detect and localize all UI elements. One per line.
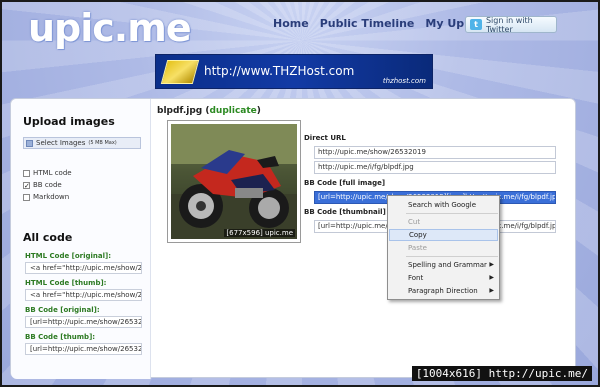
banner-text: http://www.THZHost.com <box>204 64 355 78</box>
ctx-separator <box>406 256 498 257</box>
ctx-separator <box>406 213 498 214</box>
select-images-limit: (5 MB Max) <box>88 140 117 146</box>
twitter-icon: t <box>470 19 482 30</box>
html-code-label: HTML code <box>33 169 72 177</box>
html-original-field[interactable]: <a href="http://upic.me/show/2 <box>25 262 142 274</box>
upload-title: Upload images <box>23 115 115 128</box>
ctx-font[interactable]: Font ▶ <box>389 272 498 284</box>
motorcycle-photo: [677x596] upic.me <box>171 124 297 239</box>
ctx-paste[interactable]: Paste <box>389 242 498 254</box>
bb-full-label: BB Code [full image] <box>304 179 386 187</box>
motorcycle-illustration <box>171 124 297 239</box>
html-original-label: HTML Code [original]: <box>25 252 112 260</box>
bb-original-field[interactable]: [url=http://upic.me/show/26532 <box>25 316 142 328</box>
direct-url-field-2[interactable]: http://upic.me/i/fg/blpdf.jpg <box>314 161 556 174</box>
ctx-spelling[interactable]: Spelling and Grammar ▶ <box>389 259 498 271</box>
ctx-copy[interactable]: Copy <box>389 229 498 241</box>
ctx-paragraph-direction[interactable]: Paragraph Direction ▶ <box>389 285 498 297</box>
browser-frame: upic.me Home Public Timeline My Uploads … <box>0 0 600 387</box>
html-thumb-field[interactable]: <a href="http://upic.me/show/2 <box>25 289 142 301</box>
duplicate-close: ) <box>256 106 261 116</box>
image-icon <box>26 139 33 147</box>
nav-public-timeline[interactable]: Public Timeline <box>320 17 415 30</box>
option-html-code[interactable]: HTML code <box>23 169 72 177</box>
banner-logo-icon <box>160 60 200 84</box>
image-thumbnail[interactable]: [677x596] upic.me <box>167 120 301 243</box>
ctx-search-google[interactable]: Search with Google <box>389 199 498 211</box>
markdown-checkbox[interactable] <box>23 193 30 201</box>
upload-sidebar: Upload images Select Images (5 MB Max) H… <box>11 99 151 379</box>
submenu-arrow-icon: ▶ <box>489 274 494 281</box>
bb-code-label: BB code <box>33 181 62 189</box>
option-markdown[interactable]: Markdown <box>23 193 69 201</box>
bb-thumb-label-main: BB Code [thumbnail] <box>304 208 386 216</box>
twitter-signin-label: Sign in with Twitter <box>485 15 533 34</box>
ctx-font-label: Font <box>408 274 424 282</box>
select-images-button[interactable]: Select Images (5 MB Max) <box>23 137 141 149</box>
markdown-label: Markdown <box>33 193 70 201</box>
status-overlay: [1004x616] http://upic.me/ <box>411 366 592 381</box>
context-menu: Search with Google Cut Copy Paste Spelli… <box>387 195 500 300</box>
nav-home[interactable]: Home <box>273 17 309 30</box>
duplicate-link[interactable]: duplicate <box>209 106 256 116</box>
all-code-title: All code <box>23 231 73 244</box>
bb-thumb-field[interactable]: [url=http://upic.me/show/26532 <box>25 343 142 355</box>
direct-url-label: Direct URL <box>304 134 346 142</box>
html-thumb-label: HTML Code [thumb]: <box>25 279 107 287</box>
thumbnail-dimensions: [677x596] upic.me <box>224 229 295 237</box>
banner-small-text: thzhost.com <box>382 77 426 85</box>
submenu-arrow-icon: ▶ <box>489 287 494 294</box>
select-images-label: Select Images <box>36 139 86 147</box>
filename: blpdf.jpg <box>157 106 203 116</box>
option-bb-code[interactable]: ✓ BB code <box>23 181 62 189</box>
twitter-signin-button[interactable]: t Sign in with Twitter <box>465 15 557 34</box>
file-title: blpdf.jpg (duplicate) <box>157 106 261 116</box>
direct-url-field-1[interactable]: http://upic.me/show/26532019 <box>314 146 556 159</box>
main-nav: Home Public Timeline My Uploads <box>273 17 497 30</box>
ctx-paragraph-label: Paragraph Direction <box>408 287 478 295</box>
bb-thumb-label: BB Code [thumb]: <box>25 333 96 341</box>
submenu-arrow-icon: ▶ <box>489 261 494 268</box>
ad-banner[interactable]: http://www.THZHost.com thzhost.com <box>155 54 433 89</box>
bb-original-label: BB Code [original]: <box>25 306 100 314</box>
ctx-spelling-label: Spelling and Grammar <box>408 261 487 269</box>
ctx-cut[interactable]: Cut <box>389 216 498 228</box>
html-code-checkbox[interactable] <box>23 169 30 177</box>
site-logo[interactable]: upic.me <box>28 6 192 50</box>
bb-code-checkbox[interactable]: ✓ <box>23 181 30 189</box>
